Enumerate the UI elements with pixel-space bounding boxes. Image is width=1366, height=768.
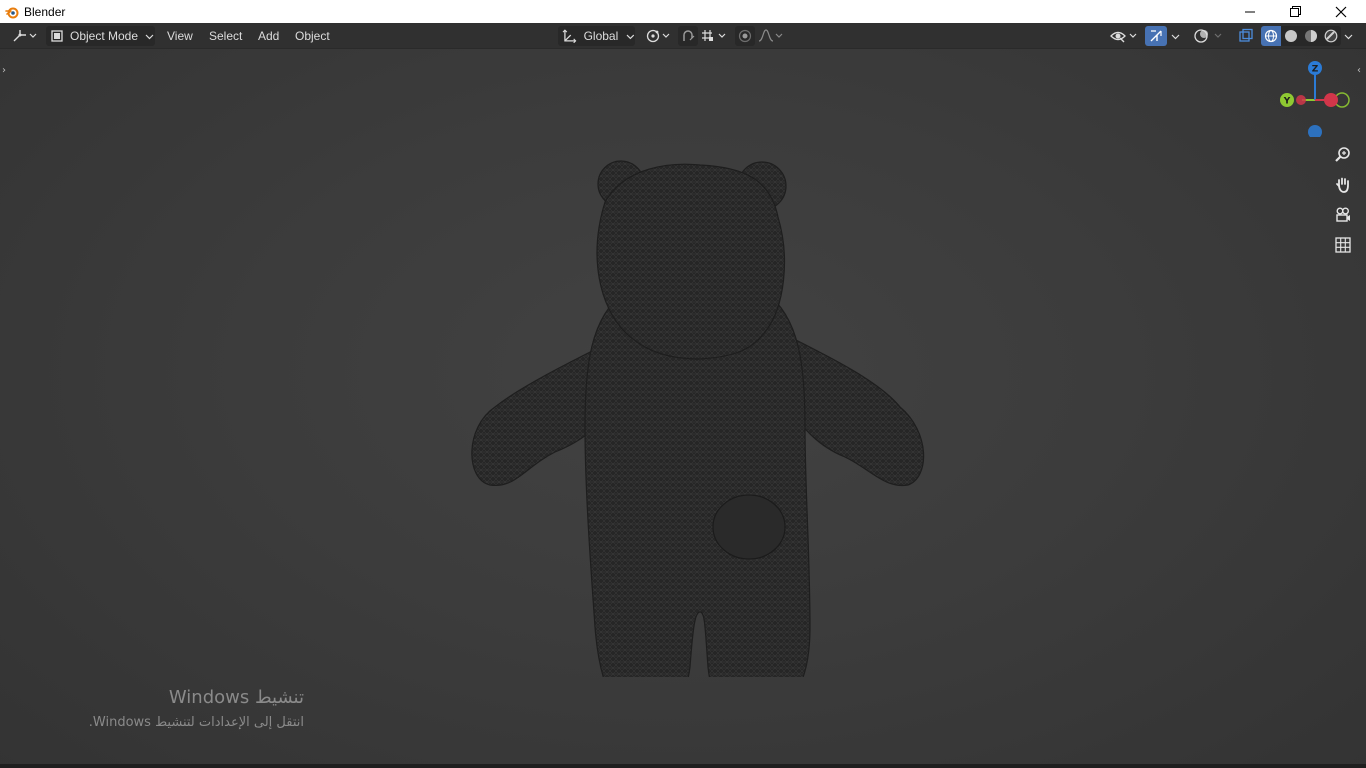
orthographic-grid-icon [1335, 237, 1351, 253]
status-bar-edge [0, 764, 1366, 768]
pan-button[interactable] [1330, 172, 1356, 198]
gizmo-z-label: Z [1312, 65, 1319, 75]
chevron-down-icon [1171, 34, 1179, 39]
snap-target-dropdown[interactable] [699, 26, 729, 46]
3d-viewport[interactable]: › ‹ Z Y تنشيط Windows انتقل إلى الإعدادا… [0, 49, 1366, 768]
overlay-dropdown[interactable] [1191, 26, 1227, 46]
minimize-button[interactable] [1227, 0, 1273, 23]
material-preview-button[interactable] [1301, 26, 1321, 46]
snap-target-icon [702, 30, 726, 41]
snap-toggle[interactable] [678, 26, 698, 46]
pan-hand-icon [1336, 177, 1349, 193]
pivot-point-icon [646, 29, 670, 43]
rendered-shading-icon [1324, 29, 1338, 43]
activation-watermark-subtitle: انتقل إلى الإعدادات لتنشيط Windows. [88, 715, 304, 730]
title-bar: Blender [0, 0, 1366, 23]
orthographic-toggle-button[interactable] [1330, 232, 1356, 258]
gizmo-toggle-icon [1150, 30, 1162, 42]
menu-view[interactable]: View [163, 26, 197, 46]
gizmo-x-axis[interactable] [1324, 93, 1338, 107]
gizmo-options-dropdown[interactable] [1167, 26, 1183, 46]
camera-view-button[interactable] [1330, 202, 1356, 228]
wireframe-shading-icon [1264, 29, 1278, 43]
menu-select[interactable]: Select [205, 26, 246, 46]
close-button[interactable] [1318, 0, 1364, 23]
object-mode-icon [51, 30, 63, 42]
blender-window: { "window": { "title": "Blender", "contr… [0, 0, 1366, 768]
3d-viewport-icon [13, 30, 37, 42]
restore-icon [1289, 6, 1301, 17]
zoom-icon [1335, 147, 1350, 162]
xray-icon [1239, 28, 1253, 42]
xray-toggle[interactable] [1236, 26, 1256, 46]
rendered-shading-button[interactable] [1321, 26, 1341, 46]
window-title: Blender [24, 4, 66, 19]
toolbar-expand-icon[interactable]: › [2, 65, 6, 76]
gizmo-neg-x-axis[interactable] [1296, 95, 1306, 105]
chevron-down-icon [626, 34, 635, 39]
close-icon [1335, 6, 1347, 17]
minimize-icon [1245, 11, 1255, 12]
camera-view-icon [1336, 207, 1350, 222]
chevron-down-icon [145, 34, 154, 39]
transform-orientation-dropdown[interactable]: Global [558, 26, 635, 46]
proportional-falloff-dropdown[interactable] [756, 26, 786, 46]
teddy-bear-mesh[interactable] [460, 107, 940, 677]
overlay-icon [1194, 29, 1222, 43]
gizmo-toggle[interactable] [1145, 26, 1167, 46]
navigation-gizmo[interactable]: Z Y [1272, 57, 1352, 137]
mode-dropdown[interactable]: Object Mode [46, 26, 155, 46]
restore-button[interactable] [1272, 0, 1318, 23]
gizmo-neg-z-axis[interactable] [1308, 125, 1322, 137]
pivot-point-button[interactable] [643, 26, 673, 46]
blender-logo-icon [4, 4, 20, 20]
shading-mode-group [1261, 26, 1341, 46]
gizmo-y-label: Y [1283, 97, 1291, 107]
falloff-curve-icon [758, 29, 783, 42]
material-preview-icon [1305, 30, 1317, 42]
chevron-down-icon [1344, 34, 1352, 39]
solid-shading-icon [1285, 30, 1297, 42]
mode-label: Object Mode [70, 29, 139, 43]
zoom-button[interactable] [1330, 142, 1356, 168]
editor-type-button[interactable] [8, 26, 40, 46]
activation-watermark-title: تنشيط Windows [168, 687, 304, 708]
viewport-header: Object Mode View Select Add Object Globa… [0, 23, 1366, 49]
selectability-visibility-icon [1110, 31, 1137, 43]
menu-object[interactable]: Object [291, 26, 334, 46]
sidebar-expand-icon[interactable]: ‹ [1357, 65, 1361, 76]
wireframe-shading-button[interactable] [1261, 26, 1281, 46]
transform-orientation-label: Global [583, 29, 619, 43]
solid-shading-button[interactable] [1281, 26, 1301, 46]
proportional-edit-icon [738, 29, 752, 43]
selectability-visibility-dropdown[interactable] [1108, 26, 1140, 46]
snap-magnet-icon [683, 30, 695, 41]
proportional-edit-toggle[interactable] [735, 26, 755, 46]
menu-add[interactable]: Add [254, 26, 283, 46]
shading-options-dropdown[interactable] [1340, 26, 1356, 46]
transform-orientation-icon [562, 29, 577, 43]
